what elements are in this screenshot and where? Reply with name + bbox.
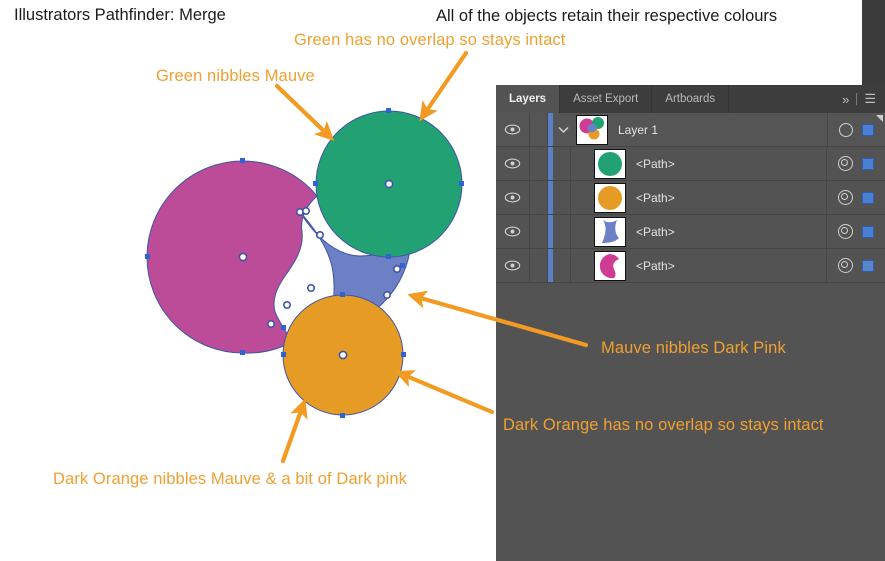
illustrator-screenshot: Layers Asset Export Artboards » ☰ Layer … — [0, 0, 885, 561]
target-double-circle-icon[interactable] — [838, 258, 853, 273]
tab-asset-export[interactable]: Asset Export — [560, 85, 653, 113]
selection-color-swatch[interactable] — [862, 225, 874, 238]
annotation-retain-colours: All of the objects retain their respecti… — [436, 7, 778, 25]
collapse-panel-icon[interactable]: » — [842, 92, 849, 107]
tab-artboards[interactable]: Artboards — [652, 85, 730, 113]
row-indent — [530, 249, 548, 282]
layer-name[interactable]: <Path> — [636, 157, 826, 171]
panel-menu-icon[interactable]: ☰ — [864, 91, 876, 107]
selection-color-swatch[interactable] — [862, 157, 874, 170]
selection-color-swatch[interactable] — [862, 191, 874, 204]
eye-icon — [504, 124, 521, 135]
row-indent-2 — [553, 147, 571, 180]
visibility-toggle-path-orange[interactable] — [496, 181, 530, 214]
layer-thumbnail-group[interactable] — [576, 114, 608, 145]
panel-header-icons: » ☰ — [836, 85, 885, 113]
visibility-toggle-path-pink[interactable] — [496, 249, 530, 282]
table-row[interactable]: <Path> — [496, 181, 885, 215]
tab-layers[interactable]: Layers — [496, 85, 561, 113]
annotation-dark-orange-nibbles: Dark Orange nibbles Mauve & a bit of Dar… — [53, 470, 408, 488]
eye-icon — [504, 226, 521, 237]
page-title: Illustrators Pathfinder: Merge — [14, 6, 226, 24]
row-indent — [530, 215, 548, 248]
target-double-circle-icon[interactable] — [838, 156, 853, 171]
row-indent-2 — [553, 249, 571, 282]
layers-panel[interactable]: Layers Asset Export Artboards » ☰ Layer … — [496, 85, 885, 561]
icon-divider — [856, 93, 858, 105]
annotation-dark-orange-intact: Dark Orange has no overlap so stays inta… — [503, 416, 824, 434]
eye-icon — [504, 260, 521, 271]
visibility-toggle-path-green[interactable] — [496, 147, 530, 180]
target-double-circle-icon[interactable] — [838, 190, 853, 205]
crescent-pink-thumb-icon — [599, 253, 619, 278]
circle-orange-thumb-icon — [598, 185, 622, 210]
row-indent-2 — [553, 215, 571, 248]
layer-list[interactable]: Layer 1 <Path> <Path> <Path> <Path> — [496, 113, 885, 283]
row-right-controls[interactable] — [826, 215, 885, 248]
table-row[interactable]: <Path> — [496, 147, 885, 181]
table-row[interactable]: <Path> — [496, 249, 885, 283]
annotation-green-nibbles-mauve: Green nibbles Mauve — [156, 67, 315, 85]
layer-name[interactable]: <Path> — [636, 225, 826, 239]
eye-icon — [504, 158, 521, 169]
table-row[interactable]: Layer 1 — [496, 113, 885, 147]
chevron-down-icon — [558, 126, 569, 133]
visibility-toggle-layer1[interactable] — [496, 113, 530, 146]
row-right-controls[interactable] — [826, 147, 885, 180]
row-indent — [530, 113, 548, 146]
row-indent-2 — [553, 181, 571, 214]
path-thumbnail-blue[interactable] — [594, 216, 626, 247]
row-indent — [530, 181, 548, 214]
layer-name[interactable]: <Path> — [636, 259, 826, 273]
selection-color-swatch[interactable] — [862, 123, 874, 136]
sliver-blue-thumb-icon — [602, 219, 619, 243]
visibility-toggle-path-blue[interactable] — [496, 215, 530, 248]
path-thumbnail-green[interactable] — [594, 148, 626, 179]
window-right-edge — [862, 0, 885, 85]
row-indent — [530, 147, 548, 180]
target-circle-icon[interactable] — [839, 122, 853, 137]
layer-name[interactable]: <Path> — [636, 191, 826, 205]
annotation-mauve-nibbles-dark-pink: Mauve nibbles Dark Pink — [601, 339, 786, 357]
layer-group-thumb-icon — [579, 116, 604, 139]
row-right-controls[interactable] — [826, 249, 885, 282]
row-right-controls[interactable] — [826, 181, 885, 214]
circle-green-thumb-icon — [598, 151, 622, 176]
tab-bar-filler — [729, 85, 836, 113]
expand-layer1-toggle[interactable] — [553, 126, 574, 134]
path-thumbnail-pink[interactable] — [594, 250, 626, 281]
panel-resize-corner-icon — [876, 115, 883, 122]
table-row[interactable]: <Path> — [496, 215, 885, 249]
panel-tab-bar[interactable]: Layers Asset Export Artboards » ☰ — [496, 85, 885, 113]
layer-name[interactable]: Layer 1 — [618, 123, 827, 137]
annotation-green-no-overlap: Green has no overlap so stays intact — [294, 31, 566, 49]
eye-icon — [504, 192, 521, 203]
path-thumbnail-orange[interactable] — [594, 182, 626, 213]
selection-color-swatch[interactable] — [862, 259, 874, 272]
target-double-circle-icon[interactable] — [838, 224, 853, 239]
